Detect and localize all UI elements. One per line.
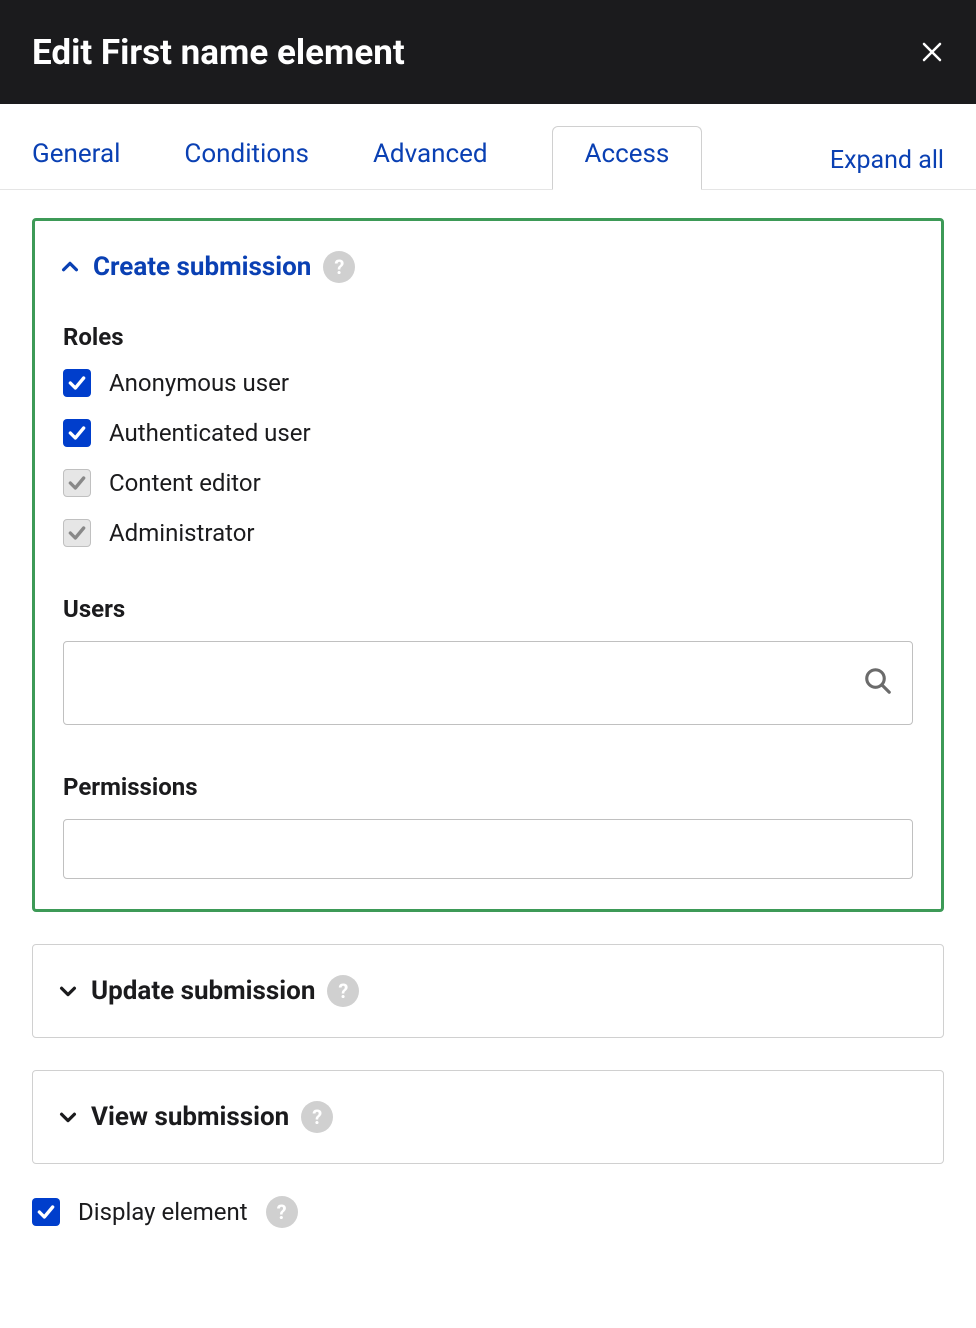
panel-create-submission: Create submission ? Roles Anonymous user… <box>32 218 944 912</box>
tab-access[interactable]: Access <box>552 126 703 190</box>
display-element-label: Display element <box>78 1198 248 1226</box>
check-icon <box>36 1202 56 1222</box>
search-icon <box>863 666 893 700</box>
role-content-editor-row: Content editor <box>63 469 913 497</box>
role-authenticated-row: Authenticated user <box>63 419 913 447</box>
check-icon <box>67 373 87 393</box>
role-administrator-checkbox <box>63 519 91 547</box>
chevron-down-icon <box>57 1106 79 1128</box>
tabs: General Conditions Advanced Access Expan… <box>0 104 976 190</box>
panel-update-submission: Update submission ? <box>32 944 944 1038</box>
role-anonymous-label: Anonymous user <box>109 369 289 397</box>
chevron-up-icon <box>59 256 81 278</box>
check-icon <box>67 423 87 443</box>
expand-all-link[interactable]: Expand all <box>830 146 944 175</box>
panel-create-body: Roles Anonymous user Authenticated user … <box>35 323 941 909</box>
tab-conditions[interactable]: Conditions <box>184 127 309 189</box>
role-administrator-label: Administrator <box>109 519 255 547</box>
help-icon[interactable]: ? <box>301 1101 333 1133</box>
role-administrator-row: Administrator <box>63 519 913 547</box>
users-input-wrapper <box>63 641 913 725</box>
users-field-group: Users <box>63 595 913 725</box>
permissions-field-group: Permissions <box>63 773 913 879</box>
roles-label: Roles <box>63 323 913 351</box>
role-authenticated-label: Authenticated user <box>109 419 311 447</box>
chevron-down-icon <box>57 980 79 1002</box>
close-button[interactable] <box>920 40 944 64</box>
panel-view-submission: View submission ? <box>32 1070 944 1164</box>
close-icon <box>920 40 944 64</box>
tab-general[interactable]: General <box>32 127 120 189</box>
users-input[interactable] <box>63 641 913 725</box>
permissions-input[interactable] <box>63 819 913 879</box>
role-anonymous-checkbox[interactable] <box>63 369 91 397</box>
modal-header: Edit First name element <box>0 0 976 104</box>
panel-view-header[interactable]: View submission ? <box>33 1071 943 1163</box>
tab-advanced[interactable]: Advanced <box>373 127 488 189</box>
panel-update-title: Update submission <box>91 976 315 1006</box>
help-icon[interactable]: ? <box>266 1196 298 1228</box>
role-content-editor-label: Content editor <box>109 469 261 497</box>
check-icon <box>67 473 87 493</box>
role-authenticated-checkbox[interactable] <box>63 419 91 447</box>
role-anonymous-row: Anonymous user <box>63 369 913 397</box>
help-icon[interactable]: ? <box>327 975 359 1007</box>
panel-create-header[interactable]: Create submission ? <box>35 221 941 313</box>
display-element-row: Display element ? <box>0 1196 976 1248</box>
help-icon[interactable]: ? <box>323 251 355 283</box>
users-label: Users <box>63 595 913 623</box>
check-icon <box>67 523 87 543</box>
panel-create-title: Create submission <box>93 252 311 282</box>
modal-title: Edit First name element <box>32 32 405 73</box>
display-element-checkbox[interactable] <box>32 1198 60 1226</box>
panel-view-title: View submission <box>91 1102 289 1132</box>
permissions-label: Permissions <box>63 773 913 801</box>
role-content-editor-checkbox <box>63 469 91 497</box>
panel-update-header[interactable]: Update submission ? <box>33 945 943 1037</box>
content-area: Create submission ? Roles Anonymous user… <box>0 190 976 1164</box>
